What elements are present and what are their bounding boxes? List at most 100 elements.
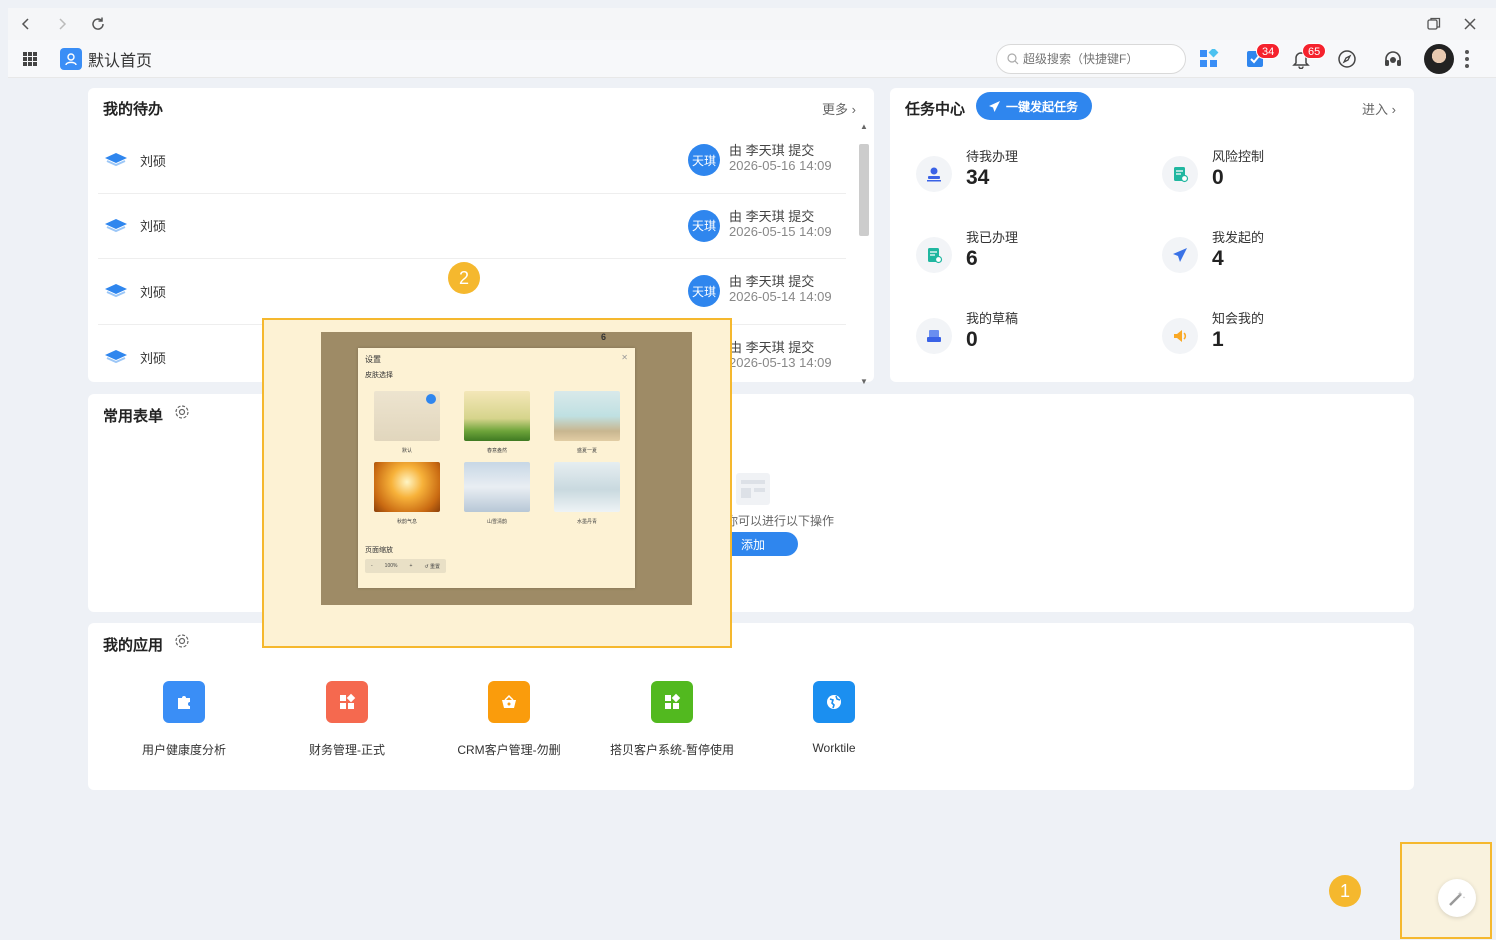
widgets-icon bbox=[651, 681, 693, 723]
task-pending[interactable]: 待我办理 34 bbox=[916, 146, 1136, 206]
layers-icon bbox=[105, 153, 127, 167]
skin-magic-wand-button[interactable] bbox=[1438, 879, 1476, 917]
skin-option-default[interactable]: 默认 bbox=[374, 391, 440, 454]
super-search[interactable] bbox=[996, 43, 1186, 74]
tasks-button[interactable]: 34 bbox=[1232, 40, 1281, 78]
refresh-button[interactable] bbox=[80, 8, 116, 40]
refresh-icon bbox=[92, 17, 104, 30]
task-drafts[interactable]: 我的草稿 0 bbox=[916, 308, 1136, 368]
headset-icon bbox=[1385, 50, 1401, 66]
zoom-value: 100% bbox=[384, 563, 398, 569]
apps-icon bbox=[1200, 48, 1219, 67]
zoom-in-button[interactable]: + bbox=[403, 563, 418, 569]
compass-icon bbox=[1338, 49, 1356, 68]
window-titlebar bbox=[8, 8, 1496, 40]
todo-more-link[interactable]: 更多 › bbox=[822, 99, 856, 118]
support-button[interactable] bbox=[1370, 40, 1416, 78]
chevron-right-icon bbox=[59, 18, 67, 30]
skin-option-ink[interactable]: 水墨丹青 bbox=[554, 462, 620, 525]
preview-bg-count: 6 bbox=[601, 332, 607, 342]
task-center-card: 任务中心 一键发起任务 进入 › 待我办理 34 风险控制 0 我已办理 6 我… bbox=[890, 88, 1414, 382]
more-menu-button[interactable] bbox=[1458, 49, 1476, 68]
layers-icon bbox=[105, 284, 127, 298]
close-icon bbox=[1464, 18, 1476, 30]
task-badge: 34 bbox=[1256, 42, 1281, 59]
user-home-icon bbox=[60, 47, 82, 70]
task-notify-me[interactable]: 知会我的 1 bbox=[1162, 308, 1382, 368]
step-marker-1: 1 bbox=[1329, 875, 1361, 907]
launch-task-button[interactable]: 一键发起任务 bbox=[976, 92, 1093, 120]
todo-row[interactable]: 刘硕 天琪 由 李天琪 提交 2026-05-16 14:09 bbox=[98, 128, 846, 194]
task-risk-control[interactable]: 风险控制 0 bbox=[1162, 146, 1382, 206]
close-icon[interactable]: ✕ bbox=[621, 353, 628, 362]
user-avatar[interactable] bbox=[1424, 43, 1454, 74]
document-shield-icon bbox=[1162, 156, 1198, 192]
todo-scrollbar[interactable]: ▲ ▼ bbox=[859, 122, 869, 386]
gear-icon[interactable] bbox=[174, 633, 190, 649]
widgets-icon bbox=[326, 681, 368, 723]
dialog-title: 设置 bbox=[365, 355, 381, 364]
chevron-right-icon: › bbox=[851, 102, 856, 117]
skin-option-spring[interactable]: 春意盎然 bbox=[464, 391, 530, 454]
close-window-button[interactable] bbox=[1452, 8, 1488, 40]
restore-window-button[interactable] bbox=[1416, 8, 1452, 40]
submitter-avatar: 天琪 bbox=[688, 209, 720, 242]
skin-option-summer[interactable]: 盛夏一夏 bbox=[554, 391, 620, 454]
back-button[interactable] bbox=[8, 8, 44, 40]
submitter-avatar: 天琪 bbox=[688, 275, 720, 308]
task-done[interactable]: 我已办理 6 bbox=[916, 227, 1136, 287]
check-icon bbox=[426, 394, 436, 404]
zoom-reset-button[interactable]: ↺ 重置 bbox=[418, 563, 446, 570]
layers-icon bbox=[105, 218, 127, 232]
grid-icon bbox=[23, 51, 37, 66]
forms-title: 常用表单 bbox=[103, 408, 164, 425]
discover-button[interactable] bbox=[1324, 40, 1370, 78]
settings-dialog: 设置 ✕ 皮肤选择 默认 春意盎然 盛夏一夏 秋韵气息 山雪清韵 水墨丹青 页面… bbox=[358, 348, 635, 588]
todo-title: 我的待办 bbox=[103, 101, 164, 118]
scroll-down-arrow-icon[interactable]: ▼ bbox=[860, 377, 868, 386]
inbox-icon bbox=[916, 318, 952, 354]
scroll-up-arrow-icon[interactable]: ▲ bbox=[860, 122, 868, 131]
skin-option-autumn[interactable]: 秋韵气息 bbox=[374, 462, 440, 525]
zoom-control: - 100% + ↺ 重置 bbox=[365, 559, 446, 573]
skin-section-title: 皮肤选择 bbox=[365, 372, 393, 379]
app-finance[interactable]: 财务管理-正式 bbox=[267, 681, 427, 758]
submitter-avatar: 天琪 bbox=[688, 144, 720, 177]
chevron-left-icon bbox=[21, 18, 29, 30]
gear-icon[interactable] bbox=[174, 404, 190, 420]
notifications-button[interactable]: 65 bbox=[1278, 40, 1327, 78]
speaker-icon bbox=[1162, 318, 1198, 354]
todo-row[interactable]: 刘硕 天琪 由 李天琪 提交 2026-05-15 14:09 bbox=[98, 194, 846, 259]
apps-card: 我的应用 用户健康度分析 财务管理-正式 CRM客户管理-勿删 搭贝客户系统-暂… bbox=[88, 623, 1414, 790]
globe-icon bbox=[813, 681, 855, 723]
puzzle-icon bbox=[163, 681, 205, 723]
skin-option-snow[interactable]: 山雪清韵 bbox=[464, 462, 530, 525]
step-marker-2: 2 bbox=[448, 262, 480, 294]
apps-title: 我的应用 bbox=[103, 637, 164, 654]
task-initiated[interactable]: 我发起的 4 bbox=[1162, 227, 1382, 287]
zoom-out-button[interactable]: - bbox=[365, 563, 379, 569]
app-crm[interactable]: CRM客户管理-勿删 bbox=[429, 681, 589, 758]
app-worktile[interactable]: Worktile bbox=[754, 681, 914, 755]
send-icon bbox=[989, 100, 1000, 112]
task-center-title: 任务中心 bbox=[905, 101, 966, 118]
document-check-icon bbox=[916, 237, 952, 273]
notice-badge: 65 bbox=[1302, 42, 1327, 59]
scroll-thumb[interactable] bbox=[859, 144, 869, 236]
page-title: 默认首页 bbox=[88, 52, 153, 70]
forward-button[interactable] bbox=[44, 8, 80, 40]
paper-plane-icon bbox=[1162, 237, 1198, 273]
app-header: 默认首页 34 65 bbox=[8, 40, 1496, 78]
app-center-button[interactable] bbox=[1186, 40, 1232, 78]
chevron-right-icon: › bbox=[1391, 102, 1396, 117]
app-user-health[interactable]: 用户健康度分析 bbox=[104, 681, 264, 758]
task-enter-link[interactable]: 进入 › bbox=[1362, 99, 1396, 118]
skin-settings-preview: 6 设置 ✕ 皮肤选择 默认 春意盎然 盛夏一夏 秋韵气息 山雪清韵 水墨丹青 … bbox=[262, 318, 732, 648]
basket-icon bbox=[488, 681, 530, 723]
search-input[interactable] bbox=[1023, 51, 1173, 66]
magic-wand-icon bbox=[1449, 891, 1466, 906]
zoom-section-title: 页面缩放 bbox=[365, 547, 393, 554]
search-icon bbox=[1007, 52, 1019, 64]
app-grid-button[interactable] bbox=[8, 51, 52, 67]
app-dabei-crm[interactable]: 搭贝客户系统-暂停使用 bbox=[592, 681, 752, 758]
